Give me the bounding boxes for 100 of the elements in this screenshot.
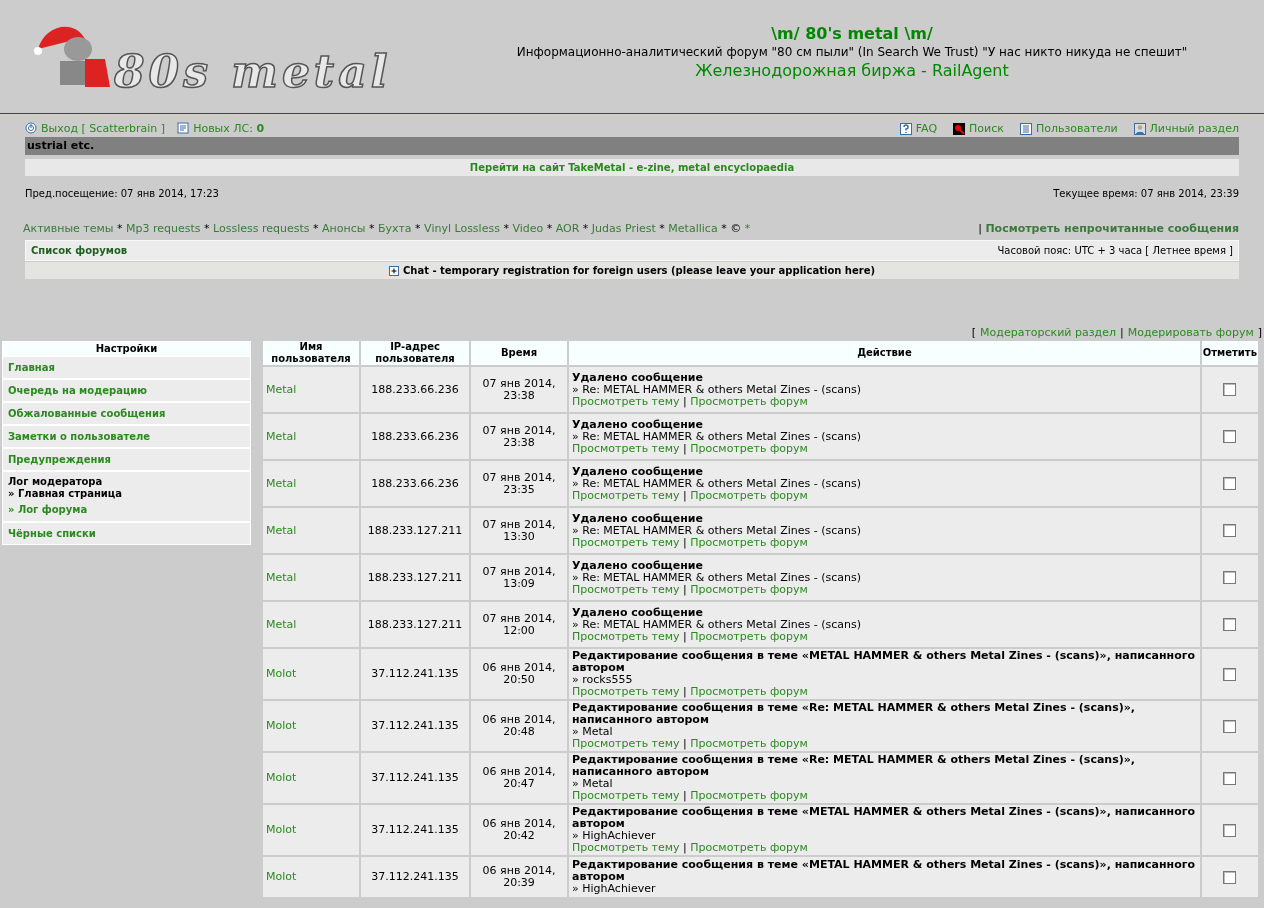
ip-cell: 188.233.66.236 [361, 461, 469, 506]
new-messages-link[interactable]: Новых ЛС: 0 [177, 122, 265, 135]
checkbox[interactable] [1223, 571, 1237, 584]
unread-messages-link[interactable]: Посмотреть непрочитанные сообщения [985, 222, 1239, 235]
view-forum-link[interactable]: Просмотреть форум [690, 789, 808, 802]
forum-index-link[interactable]: Список форумов [31, 245, 128, 256]
nav-separator: * [368, 222, 375, 235]
checkbox[interactable] [1223, 477, 1237, 490]
logout-link[interactable]: Выход [ Scatterbrain ] [25, 122, 166, 135]
nav-link[interactable]: Judas Priest [591, 222, 656, 235]
checkbox[interactable] [1223, 383, 1237, 396]
checkbox[interactable] [1223, 524, 1237, 537]
view-topic-link[interactable]: Просмотреть тему [572, 685, 680, 698]
nav-link[interactable]: Mp3 requests [126, 222, 201, 235]
ip-cell: 37.112.241.135 [361, 857, 469, 897]
nav-link[interactable]: Metallica [668, 222, 718, 235]
view-forum-link[interactable]: Просмотреть форум [690, 441, 808, 455]
view-forum-link[interactable]: Просмотреть форум [690, 685, 808, 698]
members-link[interactable]: Пользователи [1019, 122, 1118, 135]
takemetal-link[interactable]: Перейти на сайт TakeMetal - e-zine, metal encyclopaedia [469, 162, 795, 173]
column-header: IP-адрес пользователя [361, 341, 469, 365]
nav-link[interactable]: Анонсы [322, 222, 366, 235]
ip-cell: 188.233.66.236 [361, 367, 469, 412]
username-link[interactable]: Molot [266, 823, 297, 836]
username-link[interactable]: Molot [266, 719, 297, 732]
sidebar-title: Настройки [3, 342, 250, 355]
separator-text: | [683, 488, 687, 502]
sidebar-item[interactable]: Обжалованные сообщения [3, 401, 250, 424]
checkbox[interactable] [1223, 823, 1237, 837]
column-header: Время [471, 341, 567, 365]
moderation-link[interactable]: Модераторский раздел [980, 326, 1116, 339]
separator-text: | [683, 582, 687, 596]
nav-link[interactable]: AOR [555, 222, 580, 235]
checkbox[interactable] [1223, 719, 1237, 733]
separator-text: | [683, 535, 687, 549]
view-forum-link[interactable]: Просмотреть форум [690, 737, 808, 750]
time-cell: 07 янв 2014, 13:09 [471, 555, 567, 600]
faq-link[interactable]: FAQ [899, 122, 938, 135]
view-topic-link[interactable]: Просмотреть тему [572, 394, 680, 408]
nav-link[interactable]: Video [512, 222, 544, 235]
view-topic-link[interactable]: Просмотреть тему [572, 629, 680, 643]
time-cell: 06 янв 2014, 20:47 [471, 753, 567, 803]
view-topic-link[interactable]: Просмотреть тему [572, 441, 680, 455]
sidebar-item[interactable]: Чёрные списки [3, 521, 250, 544]
username-link[interactable]: Metal [266, 570, 297, 584]
username-link[interactable]: Metal [266, 382, 297, 396]
view-topic-link[interactable]: Просмотреть тему [572, 737, 680, 750]
nav-link[interactable]: Lossless requests [213, 222, 310, 235]
view-forum-link[interactable]: Просмотреть форум [690, 535, 808, 549]
promo-link[interactable]: Железнодорожная биржа - RailAgent [695, 60, 1009, 80]
checkbox[interactable] [1223, 618, 1237, 631]
sidebar-item[interactable]: Очередь на модерацию [3, 378, 250, 401]
time-cell: 06 янв 2014, 20:50 [471, 649, 567, 699]
username-link[interactable]: Metal [266, 476, 297, 490]
time-cell: 06 янв 2014, 20:42 [471, 805, 567, 855]
topic-subject: » Re: METAL HAMMER & others Metal Zines - (scans) [572, 477, 862, 490]
sidebar-item[interactable]: Главная [3, 355, 250, 378]
site-title: \m/ 80's metal \m/ [771, 23, 933, 43]
username-link[interactable]: Molot [266, 870, 297, 883]
sidebar-subitem[interactable]: » Главная страница [8, 488, 245, 499]
view-forum-link[interactable]: Просмотреть форум [690, 394, 808, 408]
username-link[interactable]: Molot [266, 667, 297, 680]
nav-separator: * [117, 222, 123, 235]
view-forum-link[interactable]: Просмотреть форум [690, 629, 808, 643]
sidebar-item[interactable]: Заметки о пользователе [3, 424, 250, 447]
plus-icon [388, 265, 399, 276]
sidebar-item[interactable]: Предупреждения [3, 447, 250, 470]
view-topic-link[interactable]: Просмотреть тему [572, 841, 680, 854]
moderation-link[interactable]: Модерировать форум [1127, 326, 1254, 339]
username-link[interactable]: Molot [266, 771, 297, 784]
view-topic-link[interactable]: Просмотреть тему [572, 535, 680, 549]
separator-text: | [683, 394, 687, 408]
search-link[interactable]: Поиск [953, 122, 1004, 135]
profile-link[interactable]: Личный раздел [1133, 122, 1239, 135]
topic-subject: » rocks555 [572, 674, 634, 686]
separator-text: | [1120, 326, 1124, 339]
view-forum-link[interactable]: Просмотреть форум [690, 488, 808, 502]
nav-link[interactable]: Бухта [377, 222, 412, 235]
action-title: Редактирование сообщения в теме «Re: METAL HAMMER & others Metal Zines - (scans)», написанного автором [572, 702, 1137, 726]
separator-text: | [683, 441, 687, 455]
username-link[interactable]: Metal [266, 523, 297, 537]
checkbox[interactable] [1223, 771, 1237, 785]
view-forum-link[interactable]: Просмотреть форум [690, 582, 808, 596]
checkbox[interactable] [1223, 430, 1237, 443]
view-topic-link[interactable]: Просмотреть тему [572, 582, 680, 596]
checkbox[interactable] [1223, 667, 1237, 681]
sidebar-subitem[interactable]: » Лог форума [8, 504, 245, 515]
view-topic-link[interactable]: Просмотреть тему [572, 488, 680, 502]
timezone-text: Часовой пояс: UTC + 3 часа [ Летнее время ] [997, 245, 1233, 256]
view-forum-link[interactable]: Просмотреть форум [690, 841, 808, 854]
chat-link[interactable]: Chat - temporary registration for foreign users (please leave your application here) [402, 265, 876, 276]
topic-subject: » Re: METAL HAMMER & others Metal Zines - (scans) [572, 618, 862, 631]
nav-link[interactable]: Активные темы [23, 222, 114, 235]
checkbox[interactable] [1223, 870, 1237, 884]
username-link[interactable]: Metal [266, 429, 297, 443]
view-topic-link[interactable]: Просмотреть тему [572, 789, 680, 802]
username-link[interactable]: Metal [266, 617, 297, 631]
nav-link[interactable]: * [744, 222, 751, 235]
nav-link[interactable]: Vinyl Lossless [424, 222, 500, 235]
question-icon [899, 122, 912, 135]
